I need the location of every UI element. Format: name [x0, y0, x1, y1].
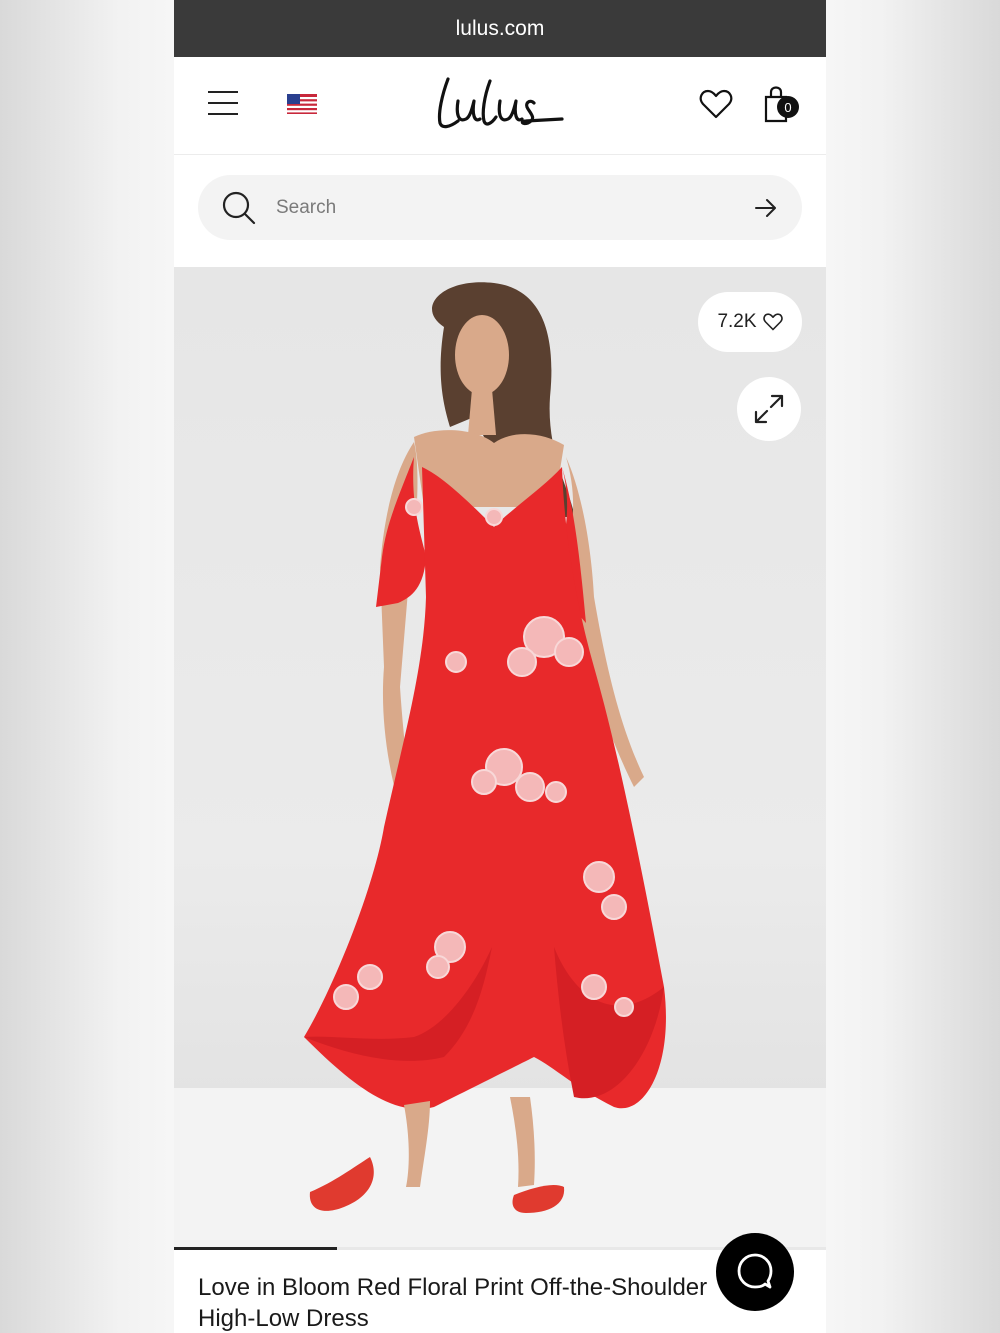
site-header [174, 57, 826, 155]
expand-image-button[interactable] [737, 377, 801, 441]
us-flag-icon[interactable] [287, 94, 317, 114]
product-title-line-2: High-Low Dress [198, 1305, 369, 1332]
chat-button[interactable] [716, 1233, 794, 1311]
product-title-line-1: Love in Bloom Red Floral Print Off-the-S… [198, 1274, 708, 1301]
phone-screen: lulus.com 0 Search 7.2K Love in Bloom Re… [174, 0, 826, 1333]
expand-icon [754, 394, 784, 424]
product-title: Love in Bloom Red Floral Print Off-the-S… [198, 1272, 798, 1333]
heart-icon[interactable] [699, 89, 733, 119]
search-section [174, 155, 826, 267]
cart-count-badge[interactable]: 0 [777, 96, 799, 118]
url-text: lulus.com [455, 16, 545, 40]
search-icon[interactable] [222, 191, 256, 225]
product-image[interactable]: 7.2K [174, 267, 826, 1249]
menu-icon[interactable] [208, 91, 238, 115]
likes-button[interactable]: 7.2K [698, 292, 802, 352]
url-bar[interactable]: lulus.com [174, 0, 826, 57]
search-input[interactable] [274, 189, 718, 227]
arrow-right-icon[interactable] [754, 197, 778, 219]
likes-count: 7.2K [717, 311, 757, 332]
search-bar[interactable] [198, 175, 802, 240]
chat-bubble-icon [737, 1253, 773, 1289]
lulus-logo[interactable] [434, 73, 566, 137]
heart-outline-icon [762, 313, 783, 331]
image-carousel-progress-fill [174, 1247, 337, 1250]
model-photo [174, 282, 826, 1249]
